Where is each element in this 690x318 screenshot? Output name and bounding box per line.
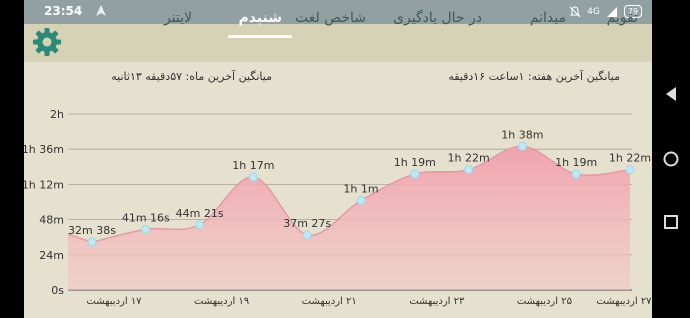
tab-known[interactable]: میدانم [530, 0, 566, 38]
x-tick-label: ۲۷ اردیبهشت [596, 296, 652, 307]
y-tick-label: 1h 36m [24, 143, 64, 156]
x-tick-label: ۲۱ اردیبهشت [302, 296, 357, 307]
mute-bell-icon [569, 5, 581, 17]
data-label: 1h 38m [501, 128, 543, 141]
data-label: 1h 1m [343, 183, 378, 196]
x-tick-label: ۲۳ اردیبهشت [409, 296, 465, 307]
data-point [87, 237, 97, 247]
system-navigation-bar [652, 0, 690, 318]
data-point [410, 169, 420, 179]
y-tick-label: 2h [50, 108, 64, 121]
data-label: 41m 16s [122, 211, 170, 224]
data-point [356, 196, 366, 206]
data-point [248, 172, 258, 182]
data-point [464, 165, 474, 175]
app-screen: 23:54 4G 79 تقویم میدانم در حال یادگیری … [24, 0, 652, 318]
x-tick-label: ۱۹ اردیبهشت [194, 296, 249, 307]
tab-leitner[interactable]: لایتنر [164, 0, 192, 38]
data-label: 1h 19m [394, 156, 436, 169]
tab-learning[interactable]: در حال یادگیری [393, 0, 482, 38]
y-tick-label: 48m [39, 214, 64, 227]
x-tick-label: ۱۷ اردیبهشت [86, 296, 142, 307]
month-average-text: میانگین آخرین ماه: ۵۷دقیقه ۱۳ثانیه [111, 70, 272, 83]
gear-icon[interactable] [32, 27, 62, 57]
data-point [571, 169, 581, 179]
tab-word-index[interactable]: شاخص لغت [295, 0, 366, 38]
x-tick-label: ۲۵ اردیبهشت [517, 296, 572, 307]
data-label: 37m 27s [283, 217, 331, 230]
back-triangle-icon[interactable] [664, 86, 678, 102]
network-label: 4G [587, 6, 600, 17]
home-circle-icon[interactable] [663, 151, 679, 167]
data-label: 1h 22m [448, 152, 490, 165]
week-average-text: میانگین آخرین هفته: ۱ساعت ۱۶دقیقه [448, 70, 620, 83]
data-point [517, 141, 527, 151]
y-tick-label: 0s [51, 284, 64, 297]
data-label: 32m 38s [68, 224, 116, 237]
y-tick-label: 24m [39, 249, 64, 262]
status-time: 23:54 [44, 4, 83, 18]
recents-square-icon[interactable] [664, 215, 678, 229]
data-label: 1h 19m [555, 156, 597, 169]
tab-calendar[interactable]: تقویم [607, 0, 638, 38]
y-tick-label: 1h 12m [24, 178, 64, 191]
data-label: 1h 17m [232, 159, 274, 172]
data-point [625, 165, 635, 175]
data-label: 1h 22m [609, 152, 651, 165]
data-point [141, 224, 151, 234]
navigation-arrow-icon [96, 5, 106, 16]
tab-heard[interactable]: شنیدم [228, 0, 292, 38]
area-chart: 0s 24m 48m 1h 12m 1h 36m 2h 32m 38s 41m 16s 44m … [24, 108, 652, 307]
data-label: 44m 21s [176, 207, 224, 220]
data-point [195, 220, 205, 230]
data-point [302, 230, 312, 240]
